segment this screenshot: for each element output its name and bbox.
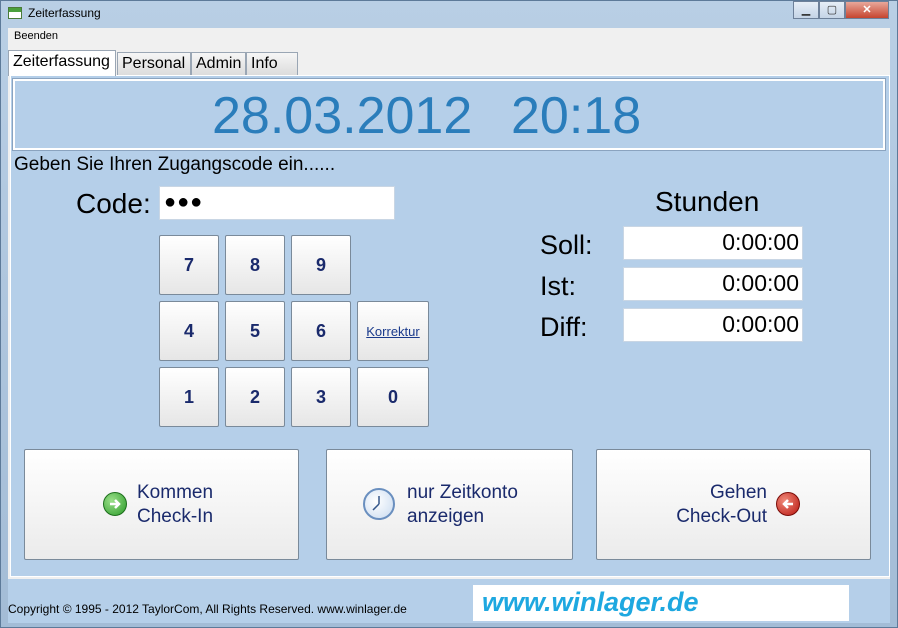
app-window: Zeiterfassung ▁ ▢ ✕ Beenden Zeiterfassun… xyxy=(0,0,898,628)
ist-value: 0:00:00 xyxy=(623,267,803,301)
minimize-button[interactable]: ▁ xyxy=(793,1,819,19)
key-0[interactable]: 0 xyxy=(357,367,429,427)
key-7[interactable]: 7 xyxy=(159,235,219,295)
soll-value: 0:00:00 xyxy=(623,226,803,260)
zeitkonto-button[interactable]: nur Zeitkonto anzeigen xyxy=(326,449,573,560)
tab-info[interactable]: Info xyxy=(246,52,298,75)
menu-bar: Beenden xyxy=(8,28,890,46)
green-arrow-right-icon xyxy=(103,492,127,516)
diff-label: Diff: xyxy=(540,312,588,342)
korrektur-button[interactable]: Korrektur xyxy=(357,301,429,361)
app-icon xyxy=(8,7,22,19)
ist-label: Ist: xyxy=(540,271,577,301)
tab-zeiterfassung[interactable]: Zeiterfassung xyxy=(8,50,116,76)
key-2[interactable]: 2 xyxy=(225,367,285,427)
checkin-label: Kommen Check-In xyxy=(137,482,214,527)
key-5[interactable]: 5 xyxy=(225,301,285,361)
brand-link[interactable]: www.winlager.de xyxy=(482,587,699,618)
menu-item-beenden[interactable]: Beenden xyxy=(14,30,58,42)
code-input[interactable]: ●●● xyxy=(159,186,395,220)
copyright-text: Copyright © 1995 - 2012 TaylorCom, All R… xyxy=(8,602,407,616)
checkout-button[interactable]: Gehen Check-Out xyxy=(596,449,871,560)
key-3[interactable]: 3 xyxy=(291,367,351,427)
key-8[interactable]: 8 xyxy=(225,235,285,295)
soll-label: Soll: xyxy=(540,230,593,260)
clock-icon xyxy=(363,488,395,520)
title-bar[interactable]: Zeiterfassung ▁ ▢ ✕ xyxy=(1,1,897,27)
key-4[interactable]: 4 xyxy=(159,301,219,361)
key-1[interactable]: 1 xyxy=(159,367,219,427)
zeitkonto-label: nur Zeitkonto anzeigen xyxy=(407,482,518,527)
close-button[interactable]: ✕ xyxy=(845,1,889,19)
window-controls: ▁ ▢ ✕ xyxy=(793,1,889,19)
tab-personal[interactable]: Personal xyxy=(117,52,191,75)
code-label: Code: xyxy=(76,188,151,219)
date-display: 28.03.2012 xyxy=(212,87,473,145)
time-display: 20:18 xyxy=(511,87,642,145)
diff-value: 0:00:00 xyxy=(623,308,803,342)
window-title: Zeiterfassung xyxy=(28,6,101,20)
key-9[interactable]: 9 xyxy=(291,235,351,295)
tab-admin[interactable]: Admin xyxy=(191,52,246,75)
checkin-button[interactable]: Kommen Check-In xyxy=(24,449,299,560)
brand-banner[interactable]: www.winlager.de xyxy=(473,585,849,621)
code-prompt: Geben Sie Ihren Zugangscode ein...... xyxy=(14,154,336,175)
datetime-display: 28.03.2012 20:18 xyxy=(12,78,886,151)
checkout-label: Gehen Check-Out xyxy=(676,482,767,527)
key-6[interactable]: 6 xyxy=(291,301,351,361)
maximize-button[interactable]: ▢ xyxy=(819,1,845,19)
red-arrow-left-icon xyxy=(776,492,800,516)
hours-title: Stunden xyxy=(655,186,760,217)
